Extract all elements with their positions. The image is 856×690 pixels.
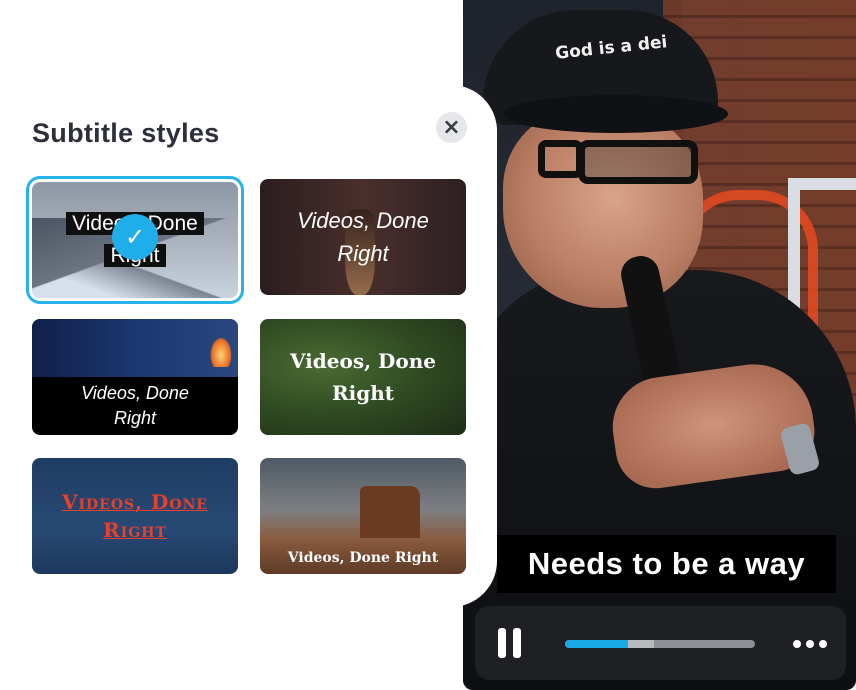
progress-slider[interactable]	[565, 640, 755, 648]
glasses	[538, 140, 583, 178]
style-label-line1: Videos, Done	[297, 208, 429, 233]
pause-icon[interactable]	[498, 628, 522, 658]
style-label-line2: Right	[337, 241, 389, 266]
style-thumbnail	[32, 319, 238, 377]
person-face	[503, 108, 703, 308]
style-label-line2: Right	[113, 408, 157, 428]
player-controls	[475, 606, 846, 680]
panel-title: Subtitle styles	[32, 118, 220, 148]
progress-buffered	[627, 640, 655, 648]
style-card-4[interactable]: Videos, Done Right	[260, 319, 466, 435]
style-card-5[interactable]: Videos, Done Right	[32, 458, 238, 574]
style-preview-text: Videos, Done Right	[287, 550, 439, 566]
style-label-line2: Right	[332, 381, 394, 405]
style-card-2[interactable]: Videos, Done Right	[260, 179, 466, 295]
style-label-line1: Videos, Done	[61, 490, 209, 514]
close-button[interactable]: ×	[436, 112, 467, 143]
style-preview-text: Videos, Done Right	[32, 381, 238, 431]
glasses	[578, 140, 698, 184]
style-preview-text: Videos, Done Right	[290, 345, 436, 409]
style-label-line1: Videos, Done	[81, 383, 189, 403]
style-preview-text: Videos, Done Right	[297, 204, 429, 270]
style-card-3[interactable]: Videos, Done Right	[32, 319, 238, 435]
style-label-line1: Videos, Done	[290, 349, 436, 373]
style-preview-text: Videos, Done Right	[62, 488, 208, 544]
cap-brim	[503, 95, 728, 133]
style-label-line2: Right	[103, 518, 167, 542]
subtitle-caption: Needs to be a way	[497, 535, 836, 593]
selected-check-icon: ✓	[112, 214, 158, 260]
fire-icon	[210, 337, 232, 367]
style-card-6[interactable]: Videos, Done Right	[260, 458, 466, 574]
progress-fill	[565, 640, 628, 648]
more-options-icon[interactable]	[793, 640, 827, 648]
